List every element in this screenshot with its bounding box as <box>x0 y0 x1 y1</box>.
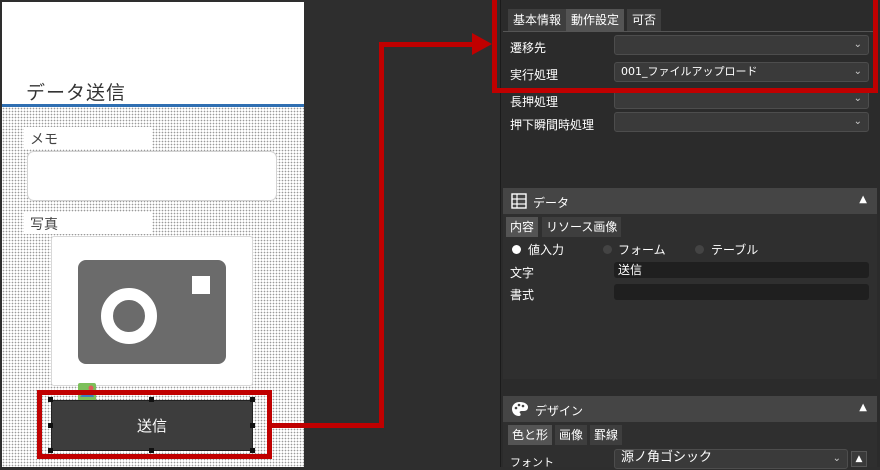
format-input[interactable] <box>614 284 869 300</box>
connector-line <box>379 42 475 47</box>
tab-color-shape[interactable]: 色と形 <box>508 425 553 445</box>
page-title: データ送信 <box>26 82 127 104</box>
camera-flash <box>192 276 210 294</box>
chevron-down-icon: ⌄ <box>832 453 841 464</box>
tab-border[interactable]: 罫線 <box>590 425 623 445</box>
design-section-header[interactable]: デザイン ▲ <box>503 396 877 422</box>
format-label: 書式 <box>510 288 535 302</box>
memo-label[interactable]: メモ <box>24 127 152 149</box>
highlight-box-properties <box>492 0 878 93</box>
tab-resource-image[interactable]: リソース画像 <box>542 217 622 237</box>
radio-form[interactable] <box>603 245 612 254</box>
prop-label-long-press: 長押処理 <box>510 95 559 109</box>
text-label: 文字 <box>510 266 535 280</box>
page-header: データ送信 <box>2 2 304 107</box>
font-label: フォント <box>510 456 554 469</box>
palette-icon <box>512 402 528 416</box>
design-section-title: デザイン <box>535 404 584 418</box>
photo-label[interactable]: 写真 <box>24 212 152 234</box>
table-icon <box>511 193 527 209</box>
radio-table[interactable] <box>695 245 704 254</box>
chevron-up-icon[interactable]: ▲ <box>859 402 867 413</box>
data-section-header[interactable]: データ ▲ <box>503 188 877 214</box>
press-moment-select[interactable]: ⌄ <box>614 112 869 132</box>
radio-label-table: テーブル <box>711 243 759 257</box>
font-value: 源ノ角ゴシック <box>621 450 713 465</box>
highlight-box-send-button <box>37 390 272 459</box>
radio-label-value-input: 値入力 <box>528 243 565 257</box>
chevron-up-icon[interactable]: ▲ <box>859 194 867 205</box>
chevron-up-icon[interactable]: ▲ <box>851 451 867 467</box>
chevron-down-icon: ⌄ <box>853 93 862 104</box>
memo-input[interactable] <box>27 151 277 201</box>
tab-content[interactable]: 内容 <box>506 217 539 237</box>
connector-line <box>272 423 384 428</box>
prop-label-press-moment: 押下瞬間時処理 <box>510 118 595 132</box>
font-select[interactable]: 源ノ角ゴシック ⌄ <box>614 449 848 469</box>
radio-value-input[interactable] <box>512 245 521 254</box>
camera-lens <box>101 288 157 344</box>
arrow-right-icon <box>472 33 492 55</box>
radio-label-form: フォーム <box>618 243 666 257</box>
data-section-title: データ <box>533 196 570 210</box>
chevron-down-icon: ⌄ <box>853 116 862 127</box>
tab-image[interactable]: 画像 <box>555 425 588 445</box>
text-value-input[interactable]: 送信 <box>614 262 869 278</box>
connector-line <box>379 42 384 428</box>
